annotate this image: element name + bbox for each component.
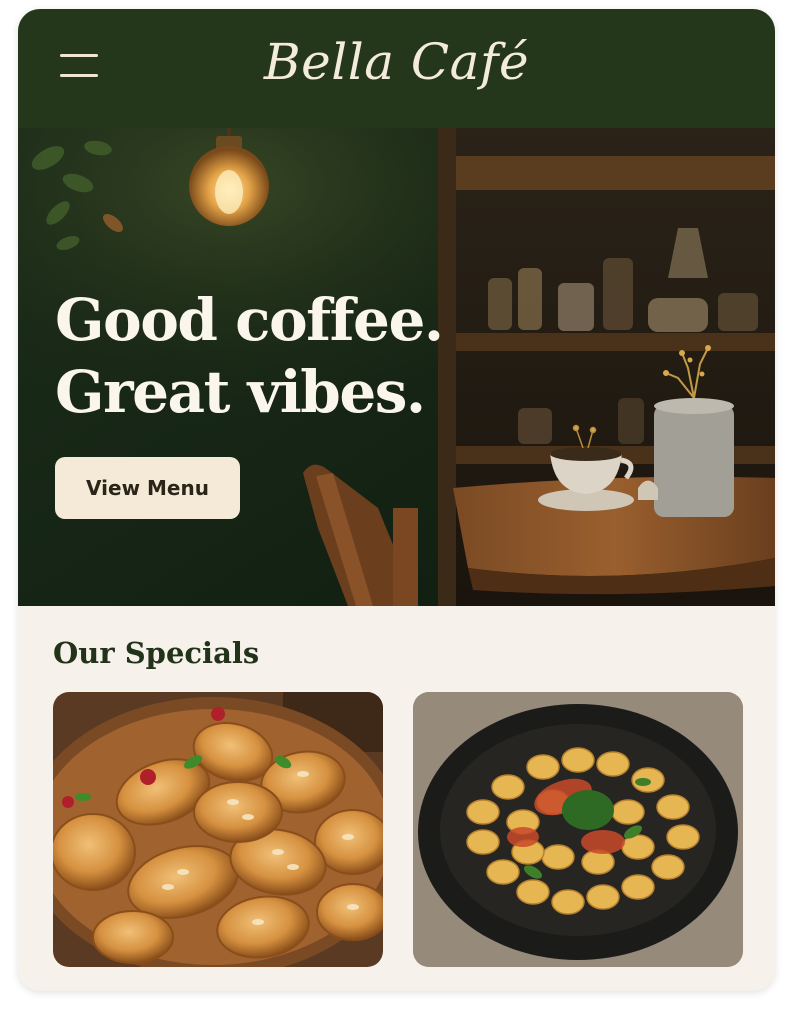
croissant-platter-photo: [53, 692, 383, 967]
app-card: Bella Café Good coffee. Great vibes. Vie…: [18, 9, 775, 991]
hero-heading-line-2: Great vibes.: [55, 358, 426, 426]
hero-heading: Good coffee. Great vibes.: [55, 284, 444, 428]
top-bar: Bella Café: [18, 9, 775, 128]
specials-heading: Our Specials: [53, 636, 260, 670]
hero-heading-line-1: Good coffee.: [55, 286, 444, 354]
special-item-gnocchi[interactable]: [413, 692, 743, 967]
view-menu-button[interactable]: View Menu: [55, 457, 240, 519]
special-item-croissants[interactable]: [53, 692, 383, 967]
brand-logo[interactable]: Bella Café: [18, 33, 775, 91]
gnocchi-bowl-photo: [413, 692, 743, 967]
hero-section: Good coffee. Great vibes. View Menu: [18, 128, 775, 606]
